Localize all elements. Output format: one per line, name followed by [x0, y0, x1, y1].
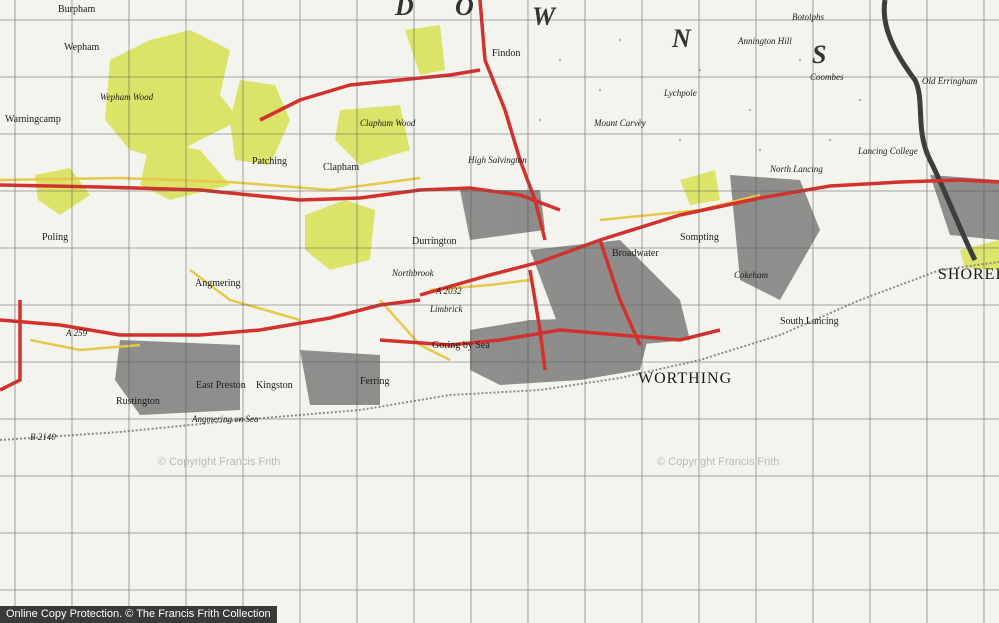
place-label: Wepham Wood [100, 92, 154, 102]
place-label: Kingston [256, 380, 293, 391]
place-label: High Salvington [468, 155, 527, 165]
urban-areas [115, 175, 999, 415]
place-label: Sompting [680, 232, 719, 243]
downs-letter-n: N [672, 24, 693, 53]
place-label: Botolphs [792, 12, 825, 22]
downs-letter-o: O [455, 0, 476, 21]
place-label: Lancing College [858, 146, 918, 156]
downs-letter-d: D [395, 0, 416, 21]
copy-protection-footer: Online Copy Protection. © The Francis Fr… [0, 606, 277, 623]
downs-letter-s: S [812, 40, 829, 69]
road-number: A 2032 [436, 286, 462, 296]
place-label: Rustington [116, 396, 160, 407]
town-label-worthing: WORTHING [638, 370, 733, 387]
place-label: North Lancing [770, 164, 823, 174]
place-label: Patching [252, 156, 287, 167]
place-label: Findon [492, 48, 521, 59]
place-label: Wepham [64, 42, 100, 53]
copyright-watermark: © Copyright Francis Frith [158, 456, 281, 468]
place-label: Limbrick [430, 304, 463, 314]
place-label: Coombes [810, 72, 844, 82]
place-label: Lychpole [664, 88, 697, 98]
town-label-shoreham: SHOREHAI [938, 266, 999, 283]
place-label: Cokeham [734, 270, 768, 280]
road-number: B 2140 [30, 432, 56, 442]
place-label: Goring by Sea [432, 340, 490, 351]
place-label: Ferring [360, 376, 390, 387]
map-canvas[interactable]: D O W N S WORTHING SHOREHAI Burpham Weph… [0, 0, 999, 623]
downs-letter-w: W [532, 2, 558, 31]
place-label: Broadwater [612, 248, 659, 259]
place-label: Warningcamp [5, 114, 61, 125]
place-label: East Preston [196, 380, 246, 391]
place-label: Clapham [323, 162, 360, 173]
place-label: Old Erringham [922, 76, 978, 86]
place-label: Mount Carvey [594, 118, 646, 128]
place-label: Burpham [58, 4, 96, 15]
place-label: Angmering [195, 278, 241, 289]
copyright-watermark: © Copyright Francis Frith [657, 456, 780, 468]
place-label: Durrington [412, 236, 457, 247]
place-label: Angmering on Sea [192, 414, 259, 424]
place-label: Annington Hill [738, 36, 792, 46]
place-label: Northbrook [392, 268, 434, 278]
road-number: A 259 [66, 328, 88, 338]
place-label: Poling [42, 232, 69, 243]
place-label: South Lancing [780, 316, 839, 327]
place-label: Clapham Wood [360, 118, 416, 128]
